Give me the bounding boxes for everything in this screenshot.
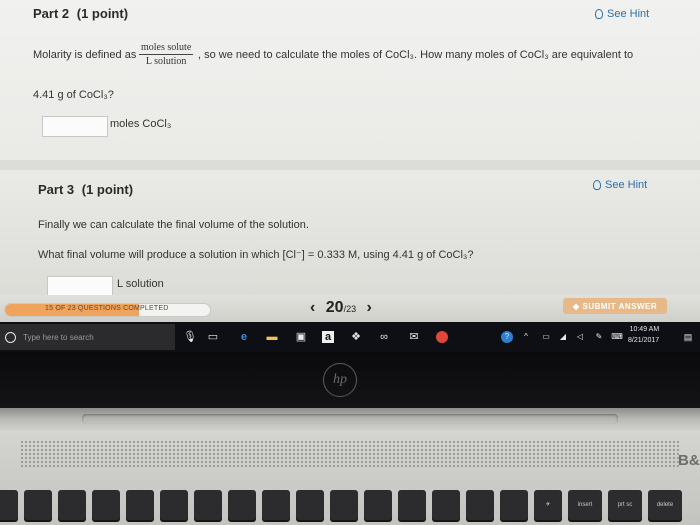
print-screen-key-label: prt sc bbox=[617, 502, 633, 508]
prev-question-button[interactable]: ‹ bbox=[310, 299, 315, 316]
lightbulb-icon bbox=[595, 9, 603, 19]
cortana-icon bbox=[5, 331, 16, 343]
key[interactable] bbox=[364, 490, 392, 520]
windows-taskbar: Type here to search 🎙 ▭ e ▬ ▣ a ❖ ∞ ✉ ? … bbox=[0, 322, 700, 352]
current-question-number: 20 bbox=[325, 299, 344, 316]
part3-line2: What final volume will produce a solutio… bbox=[38, 249, 474, 261]
task-view-icon[interactable]: ▭ bbox=[207, 331, 219, 343]
key[interactable] bbox=[92, 490, 120, 520]
part2-unit: moles CoCl₃ bbox=[110, 118, 172, 130]
microphone-icon[interactable]: 🎙 bbox=[183, 331, 197, 343]
key[interactable] bbox=[398, 490, 426, 520]
laptop-bezel: hp bbox=[0, 352, 700, 408]
laptop-hinge bbox=[0, 408, 700, 430]
key[interactable] bbox=[58, 490, 86, 520]
dropbox-icon[interactable]: ❖ bbox=[350, 331, 362, 343]
key[interactable] bbox=[160, 490, 188, 520]
oo-app-icon[interactable]: ∞ bbox=[378, 331, 390, 343]
taskbar-search-box[interactable]: Type here to search bbox=[0, 324, 175, 350]
next-question-button[interactable]: › bbox=[367, 299, 372, 316]
volume-icon[interactable]: ◁ bbox=[574, 331, 586, 343]
screen: Part 2 (1 point) See Hint Molarity is de… bbox=[0, 0, 700, 322]
notifications-icon[interactable]: ▤ bbox=[682, 331, 694, 343]
part2-see-hint-link[interactable]: See Hint bbox=[595, 8, 649, 20]
key[interactable] bbox=[330, 490, 358, 520]
amazon-icon[interactable]: a bbox=[322, 331, 334, 343]
submit-answer-button[interactable]: ◆ SUBMIT ANSWER bbox=[563, 298, 667, 314]
edge-icon[interactable]: e bbox=[238, 331, 250, 343]
part2-hint-label: See Hint bbox=[607, 8, 650, 20]
part2-title: Part 2 (1 point) bbox=[33, 6, 128, 21]
chrome-icon[interactable] bbox=[436, 331, 448, 343]
key[interactable] bbox=[500, 490, 528, 520]
key[interactable] bbox=[194, 490, 222, 520]
question-pager: ‹ 20/23 › bbox=[310, 299, 372, 317]
part3-section: Part 3 (1 point) See Hint Finally we can… bbox=[0, 170, 700, 297]
file-explorer-icon[interactable]: ▬ bbox=[266, 331, 278, 343]
part2-text-line2: 4.41 g of CoCl₃? bbox=[33, 89, 114, 101]
fraction-numerator: moles solute bbox=[139, 42, 194, 55]
clock-time: 10:49 AM bbox=[629, 326, 660, 333]
submit-label: SUBMIT ANSWER bbox=[582, 301, 658, 311]
battery-icon[interactable]: ▭ bbox=[540, 331, 552, 343]
progress-bar: 15 OF 23 QUESTIONS COMPLETED bbox=[4, 303, 211, 317]
part2-points: (1 point) bbox=[76, 6, 129, 21]
delete-key[interactable]: delete bbox=[648, 490, 682, 520]
key[interactable] bbox=[126, 490, 154, 520]
key[interactable]: ✈ bbox=[534, 490, 562, 520]
hp-logo: hp bbox=[323, 363, 357, 397]
part2-answer-input[interactable] bbox=[42, 116, 108, 137]
part3-see-hint-link[interactable]: See Hint bbox=[593, 179, 647, 191]
function-key-row: ✈ insert prt sc delete bbox=[0, 490, 700, 525]
keyboard-deck: B& ✈ insert prt sc delete bbox=[0, 430, 700, 525]
pen-icon[interactable]: ✎ bbox=[593, 331, 605, 343]
key[interactable] bbox=[432, 490, 460, 520]
part3-points: (1 point) bbox=[81, 182, 134, 197]
section-divider bbox=[0, 160, 700, 170]
insert-key[interactable]: insert bbox=[568, 490, 602, 520]
speaker-grille bbox=[20, 440, 680, 468]
system-clock[interactable]: 10:49 AM 8/21/2017 bbox=[628, 324, 659, 346]
clock-date: 8/21/2017 bbox=[628, 337, 660, 344]
bang-olufsen-logo: B& bbox=[678, 452, 700, 469]
part3-hint-label: See Hint bbox=[605, 179, 648, 191]
key[interactable] bbox=[0, 490, 18, 520]
part3-title: Part 3 (1 point) bbox=[38, 182, 133, 197]
part2-section: Part 2 (1 point) See Hint Molarity is de… bbox=[0, 0, 700, 160]
key[interactable] bbox=[24, 490, 52, 520]
search-placeholder: Type here to search bbox=[23, 332, 94, 342]
help-icon[interactable]: ? bbox=[501, 331, 513, 343]
total-questions: /23 bbox=[343, 304, 357, 314]
part2-text-before: Molarity is defined as bbox=[33, 49, 137, 61]
chevron-up-icon[interactable]: ^ bbox=[520, 331, 532, 343]
key[interactable] bbox=[296, 490, 324, 520]
assignment-footer: 15 OF 23 QUESTIONS COMPLETED ‹ 20/23 › ◆… bbox=[0, 295, 700, 322]
keyboard-icon[interactable]: ⌨ bbox=[611, 331, 623, 343]
part3-answer-input[interactable] bbox=[47, 276, 113, 297]
key[interactable] bbox=[466, 490, 494, 520]
part2-title-text: Part 2 bbox=[33, 6, 70, 21]
submit-icon: ◆ bbox=[572, 301, 580, 311]
part3-unit: L solution bbox=[117, 278, 164, 290]
print-screen-key[interactable]: prt sc bbox=[608, 490, 642, 520]
hinge-slot bbox=[82, 414, 618, 424]
part3-line1: Finally we can calculate the final volum… bbox=[38, 219, 309, 231]
lightbulb-icon bbox=[593, 180, 601, 190]
key[interactable] bbox=[228, 490, 256, 520]
part2-text-after: , so we need to calculate the moles of C… bbox=[198, 49, 634, 61]
molarity-fraction: moles solute L solution bbox=[139, 42, 194, 67]
network-icon[interactable]: ◢ bbox=[557, 331, 569, 343]
progress-label: 15 OF 23 QUESTIONS COMPLETED bbox=[45, 305, 169, 312]
fraction-denominator: L solution bbox=[145, 56, 187, 67]
store-icon[interactable]: ▣ bbox=[295, 331, 307, 343]
delete-key-label: delete bbox=[656, 502, 674, 508]
insert-key-label: insert bbox=[577, 502, 593, 508]
part3-title-text: Part 3 bbox=[38, 182, 75, 197]
key[interactable] bbox=[262, 490, 290, 520]
mail-icon[interactable]: ✉ bbox=[408, 331, 420, 343]
